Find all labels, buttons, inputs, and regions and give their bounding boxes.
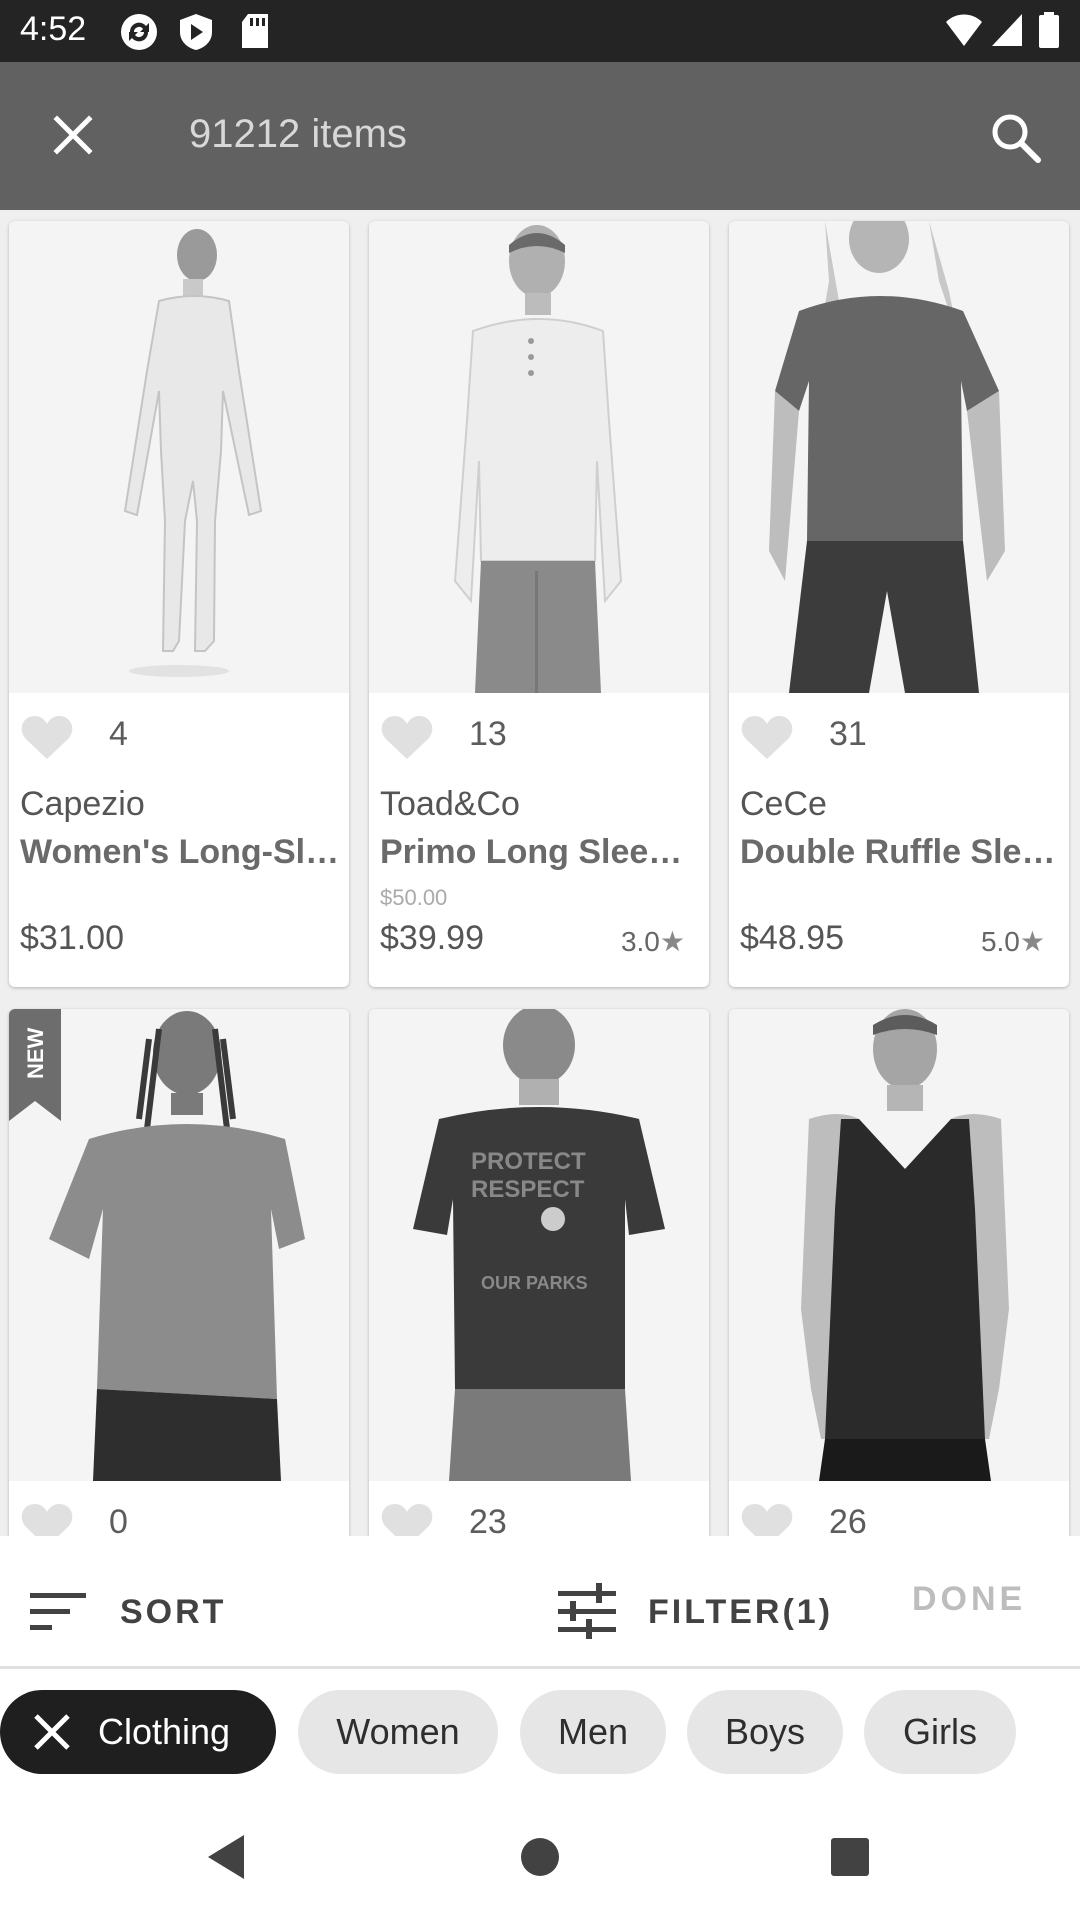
product-brand: Toad&Co bbox=[380, 785, 520, 823]
svg-text:PROTECT: PROTECT bbox=[471, 1148, 586, 1175]
sort-label: SORT bbox=[120, 1592, 227, 1631]
chip-women[interactable]: Women bbox=[298, 1690, 498, 1774]
new-badge-label: NEW bbox=[23, 1027, 48, 1079]
heart-icon[interactable] bbox=[739, 713, 795, 763]
filter-label: FILTER(1) bbox=[648, 1592, 834, 1631]
like-count: 26 bbox=[829, 1503, 867, 1536]
heart-icon[interactable] bbox=[19, 713, 75, 763]
heart-icon[interactable] bbox=[379, 713, 435, 763]
signal-icon bbox=[992, 14, 1022, 46]
chip-label: Boys bbox=[724, 1711, 806, 1752]
product-image[interactable] bbox=[729, 1009, 1069, 1481]
play-shield-icon bbox=[180, 14, 212, 50]
battery-icon bbox=[1039, 12, 1059, 48]
done-button[interactable]: DONE bbox=[912, 1580, 1026, 1619]
navigation-bar bbox=[0, 1800, 1080, 1920]
results-count-title: 91212 items bbox=[189, 112, 407, 156]
star-icon: ★ bbox=[1019, 926, 1045, 957]
chip-boys[interactable]: Boys bbox=[687, 1690, 843, 1774]
filter-button[interactable]: FILTER(1) bbox=[556, 1576, 833, 1648]
new-badge: NEW bbox=[9, 1009, 61, 1121]
chip-label: Men bbox=[557, 1711, 629, 1752]
chip-men[interactable]: Men bbox=[520, 1690, 666, 1774]
product-brand: CeCe bbox=[740, 785, 827, 823]
back-icon[interactable] bbox=[204, 1832, 248, 1882]
original-price: $50.00 bbox=[380, 885, 448, 910]
search-icon[interactable] bbox=[984, 106, 1048, 170]
product-card[interactable]: NEW 0 bbox=[9, 1009, 349, 1536]
sort-button[interactable]: SORT bbox=[28, 1576, 226, 1648]
like-count: 23 bbox=[469, 1503, 507, 1536]
status-bar: 4:52 bbox=[0, 0, 1080, 62]
remove-chip-icon[interactable] bbox=[30, 1710, 74, 1754]
product-price: $39.99 bbox=[380, 919, 484, 957]
heart-icon[interactable] bbox=[19, 1501, 75, 1536]
product-image[interactable] bbox=[9, 221, 349, 693]
recents-icon[interactable] bbox=[830, 1837, 870, 1877]
product-image[interactable] bbox=[729, 221, 1069, 693]
heart-icon[interactable] bbox=[739, 1501, 795, 1536]
sort-icon bbox=[30, 1593, 86, 1630]
rating-value: 5.0 bbox=[980, 926, 1020, 957]
like-count: 0 bbox=[109, 1503, 128, 1536]
product-grid: 4 Capezio Women's Long-Sleeve Unitard $3… bbox=[0, 210, 1080, 1536]
like-count: 13 bbox=[469, 715, 507, 753]
product-image[interactable]: NEW bbox=[9, 1009, 349, 1481]
product-rating: 3.0★ bbox=[621, 925, 685, 958]
app-bar: 91212 items bbox=[0, 62, 1080, 210]
divider bbox=[0, 1666, 1080, 1669]
chip-label: Women bbox=[336, 1711, 460, 1752]
star-icon: ★ bbox=[659, 926, 685, 957]
product-name: Double Ruffle Sleeve Tee bbox=[740, 833, 1060, 871]
product-card[interactable]: PROTECT RESPECT OUR PARKS 23 bbox=[369, 1009, 709, 1536]
tune-icon bbox=[558, 1583, 616, 1639]
product-name: Primo Long Sleeve Henley bbox=[380, 833, 700, 871]
chip-girls[interactable]: Girls bbox=[864, 1690, 1016, 1774]
product-rating: 5.0★ bbox=[981, 925, 1045, 958]
like-count: 4 bbox=[109, 715, 128, 753]
product-brand: Capezio bbox=[20, 785, 145, 823]
home-icon[interactable] bbox=[520, 1837, 560, 1877]
product-price: $31.00 bbox=[20, 919, 124, 957]
filter-chips: Clothing Women Men Boys Girls bbox=[0, 1690, 1080, 1774]
product-image[interactable] bbox=[369, 221, 709, 693]
product-card[interactable]: 26 bbox=[729, 1009, 1069, 1536]
sd-card-icon bbox=[242, 14, 268, 48]
product-image[interactable]: PROTECT RESPECT OUR PARKS bbox=[369, 1009, 709, 1481]
product-card[interactable]: 4 Capezio Women's Long-Sleeve Unitard $3… bbox=[9, 221, 349, 987]
wifi-icon bbox=[946, 14, 982, 46]
close-icon[interactable] bbox=[40, 102, 106, 168]
product-price: $48.95 bbox=[740, 919, 844, 957]
product-card[interactable]: 31 CeCe Double Ruffle Sleeve Tee $48.95 … bbox=[729, 221, 1069, 987]
chip-clothing[interactable]: Clothing bbox=[0, 1690, 276, 1774]
heart-icon[interactable] bbox=[379, 1501, 435, 1536]
svg-text:OUR PARKS: OUR PARKS bbox=[481, 1273, 588, 1293]
status-time: 4:52 bbox=[20, 10, 87, 48]
chip-label: Girls bbox=[903, 1711, 977, 1752]
sync-icon bbox=[121, 14, 157, 50]
svg-text:RESPECT: RESPECT bbox=[471, 1176, 585, 1203]
chip-label: Clothing bbox=[98, 1711, 231, 1752]
rating-value: 3.0 bbox=[620, 926, 660, 957]
product-name: Women's Long-Sleeve Unitard bbox=[20, 833, 340, 871]
product-card[interactable]: 13 Toad&Co Primo Long Sleeve Henley $50.… bbox=[369, 221, 709, 987]
like-count: 31 bbox=[829, 715, 867, 753]
